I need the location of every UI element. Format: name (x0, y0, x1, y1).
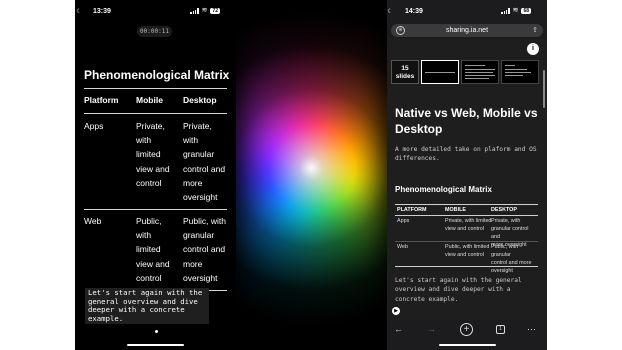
url-text[interactable]: sharing.ia.net (391, 24, 543, 37)
speaker-caption: Let's start again with the general overvi… (85, 288, 209, 325)
home-indicator[interactable] (439, 344, 496, 346)
slide-thumbnail[interactable] (461, 60, 499, 84)
column-header-platform: Platform (84, 95, 119, 105)
back-arrow-icon[interactable]: ← (394, 324, 403, 334)
wifi-icon: ≋ (512, 7, 519, 14)
slide-thumbnail-strip: 15 slides (391, 60, 541, 84)
cell-platform-web: Web (397, 244, 408, 250)
cell-platform-apps: Apps (84, 121, 104, 131)
slide-caption: Let's start again with the general overv… (395, 277, 522, 303)
column-header-desktop: DESKTOP (491, 207, 517, 213)
cell-platform-apps: Apps (397, 218, 410, 224)
moon-icon: ☾ (387, 9, 393, 15)
status-time: 13:39 (93, 8, 111, 15)
page-title: Native vs Web, Mobile vs Desktop (395, 106, 538, 136)
forward-arrow-icon[interactable]: → (427, 324, 436, 334)
cell-desktop-web: Public, with granular control and more o… (183, 216, 226, 283)
play-icon[interactable]: ▶ (392, 307, 400, 315)
status-time: 14:39 (405, 8, 423, 15)
section-title: Phenomenological Matrix (395, 185, 492, 194)
cell-mobile-apps: Private, with limited view and control (445, 218, 492, 232)
header-divider (84, 113, 227, 114)
cell-mobile-apps: Private, with limited view and control (136, 121, 170, 188)
signal-icon (190, 8, 199, 14)
battery-icon: 68 (521, 8, 531, 14)
column-header-mobile: MOBILE (445, 207, 466, 213)
right-phone-screen: 14:39 ☾ ≋ 68 ⊕ sharing.ia.net ⇪ i 15 sli… (387, 0, 547, 350)
left-phone-screen: 13:39 ☾ ≋ 72 00:00:11 Phenomenological M… (75, 0, 236, 350)
moon-icon: ☾ (76, 9, 82, 15)
status-bar: 13:39 ☾ ≋ 72 (75, 7, 236, 18)
cell-mobile-web: Public, with limited view and control (136, 216, 170, 283)
column-header-desktop: Desktop (183, 95, 217, 105)
title-divider (84, 88, 227, 89)
share-icon[interactable]: ⇪ (532, 26, 538, 35)
recording-timer: 00:00:11 (137, 26, 172, 37)
slide-thumbnail[interactable] (501, 60, 539, 84)
cell-platform-web: Web (84, 216, 102, 226)
cell-mobile-web: Public, with limited view and control (445, 244, 490, 258)
rainbow-glow-image (236, 0, 387, 350)
browser-toolbar: ← → + 1 ⋯ (387, 320, 547, 350)
info-button[interactable]: i (527, 43, 539, 55)
column-header-platform: PLATFORM (397, 207, 427, 213)
cell-desktop-apps: Private, with granular control and more … (183, 121, 226, 203)
cell-desktop-web: Public, with granular control and more o… (491, 244, 532, 274)
page-subtitle: A more detailed take on plaform and OS d… (395, 146, 537, 163)
row-divider (84, 209, 227, 210)
slide-thumbnail[interactable] (421, 60, 459, 84)
wifi-icon: ≋ (201, 7, 208, 14)
more-options-icon[interactable]: ⋯ (527, 324, 536, 334)
slide-title: Phenomenological Matrix (84, 68, 230, 82)
status-bar: 14:39 ☾ ≋ 68 (387, 7, 547, 18)
signal-icon (501, 8, 510, 14)
column-header-mobile: Mobile (136, 95, 163, 105)
new-tab-plus-icon[interactable]: + (460, 323, 473, 336)
scrollbar[interactable] (543, 70, 545, 108)
page-indicator-dot[interactable] (155, 330, 158, 333)
home-indicator[interactable] (127, 344, 184, 346)
address-bar[interactable]: ⊕ sharing.ia.net ⇪ (391, 24, 543, 37)
slide-count: 15 slides (391, 60, 419, 84)
tabs-button[interactable]: 1 (496, 325, 505, 334)
battery-icon: 72 (210, 8, 220, 14)
